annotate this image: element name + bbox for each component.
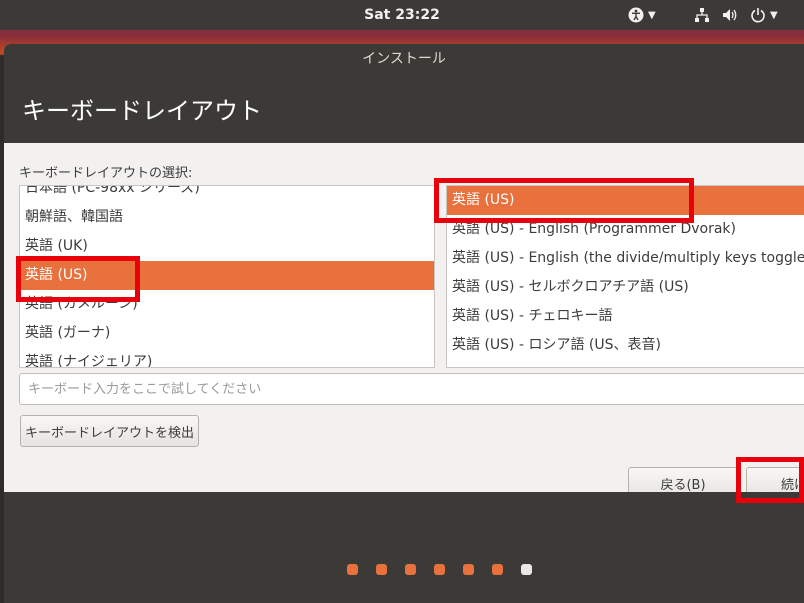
step-dot	[376, 564, 387, 575]
variant-item[interactable]: 英語 (US) - ロシア語 (US、表音)	[447, 331, 804, 360]
step-dot-current	[521, 564, 532, 575]
keyboard-test-input[interactable]	[19, 373, 804, 405]
step-dot	[347, 564, 358, 575]
layout-item[interactable]: 英語 (ナイジェリア)	[20, 348, 434, 367]
top-panel: Sat 23:22 ▼ ▼	[0, 0, 804, 30]
variant-item[interactable]: 英語 (US) - チェロキー語	[447, 302, 804, 331]
progress-footer	[4, 492, 804, 603]
variant-item[interactable]: 英語 (US) - セルボクロアチア語 (US)	[447, 273, 804, 302]
step-dot	[492, 564, 503, 575]
step-dot	[434, 564, 445, 575]
accessibility-icon	[628, 7, 644, 23]
window-title: インストール	[4, 44, 804, 75]
layout-list[interactable]: 日本語 (PC-98xx シリーズ) 朝鮮語、韓国語 英語 (UK) 英語 (U…	[19, 185, 435, 368]
installer-window: インストール キーボードレイアウト キーボードレイアウトの選択: 日本語 (PC…	[4, 44, 804, 603]
power-icon	[751, 8, 765, 23]
accessibility-menu[interactable]: ▼	[628, 6, 656, 24]
layout-item[interactable]: 朝鮮語、韓国語	[20, 203, 434, 232]
step-indicator	[347, 564, 532, 575]
layout-item[interactable]: 英語 (UK)	[20, 232, 434, 261]
layout-item[interactable]: 日本語 (PC-98xx シリーズ)	[20, 186, 434, 203]
chevron-down-icon: ▼	[648, 9, 656, 21]
system-menu[interactable]: ▼	[694, 6, 778, 24]
variant-item[interactable]: 英語 (US) - English (Programmer Dvorak)	[447, 215, 804, 244]
variant-item-selected[interactable]: 英語 (US)	[447, 186, 804, 215]
layout-item[interactable]: 英語 (ガーナ)	[20, 319, 434, 348]
volume-icon	[723, 9, 737, 21]
page-header: キーボードレイアウト	[4, 75, 804, 143]
step-dot	[463, 564, 474, 575]
layout-select-label: キーボードレイアウトの選択:	[19, 166, 193, 181]
clock[interactable]: Sat 23:22	[0, 7, 804, 23]
detect-layout-button[interactable]: キーボードレイアウトを検出	[20, 415, 199, 447]
variant-item[interactable]: 英語 (US) - English (the divide/multiply k…	[447, 244, 804, 273]
variant-list[interactable]: 英語 (US) 英語 (US) - English (Programmer Dv…	[446, 185, 804, 368]
step-dot	[405, 564, 416, 575]
page-title: キーボードレイアウト	[22, 97, 262, 125]
layout-item[interactable]: 英語 (カメルーン)	[20, 290, 434, 319]
network-icon	[695, 8, 709, 22]
layout-item-selected[interactable]: 英語 (US)	[20, 261, 434, 290]
chevron-down-icon: ▼	[770, 9, 778, 21]
